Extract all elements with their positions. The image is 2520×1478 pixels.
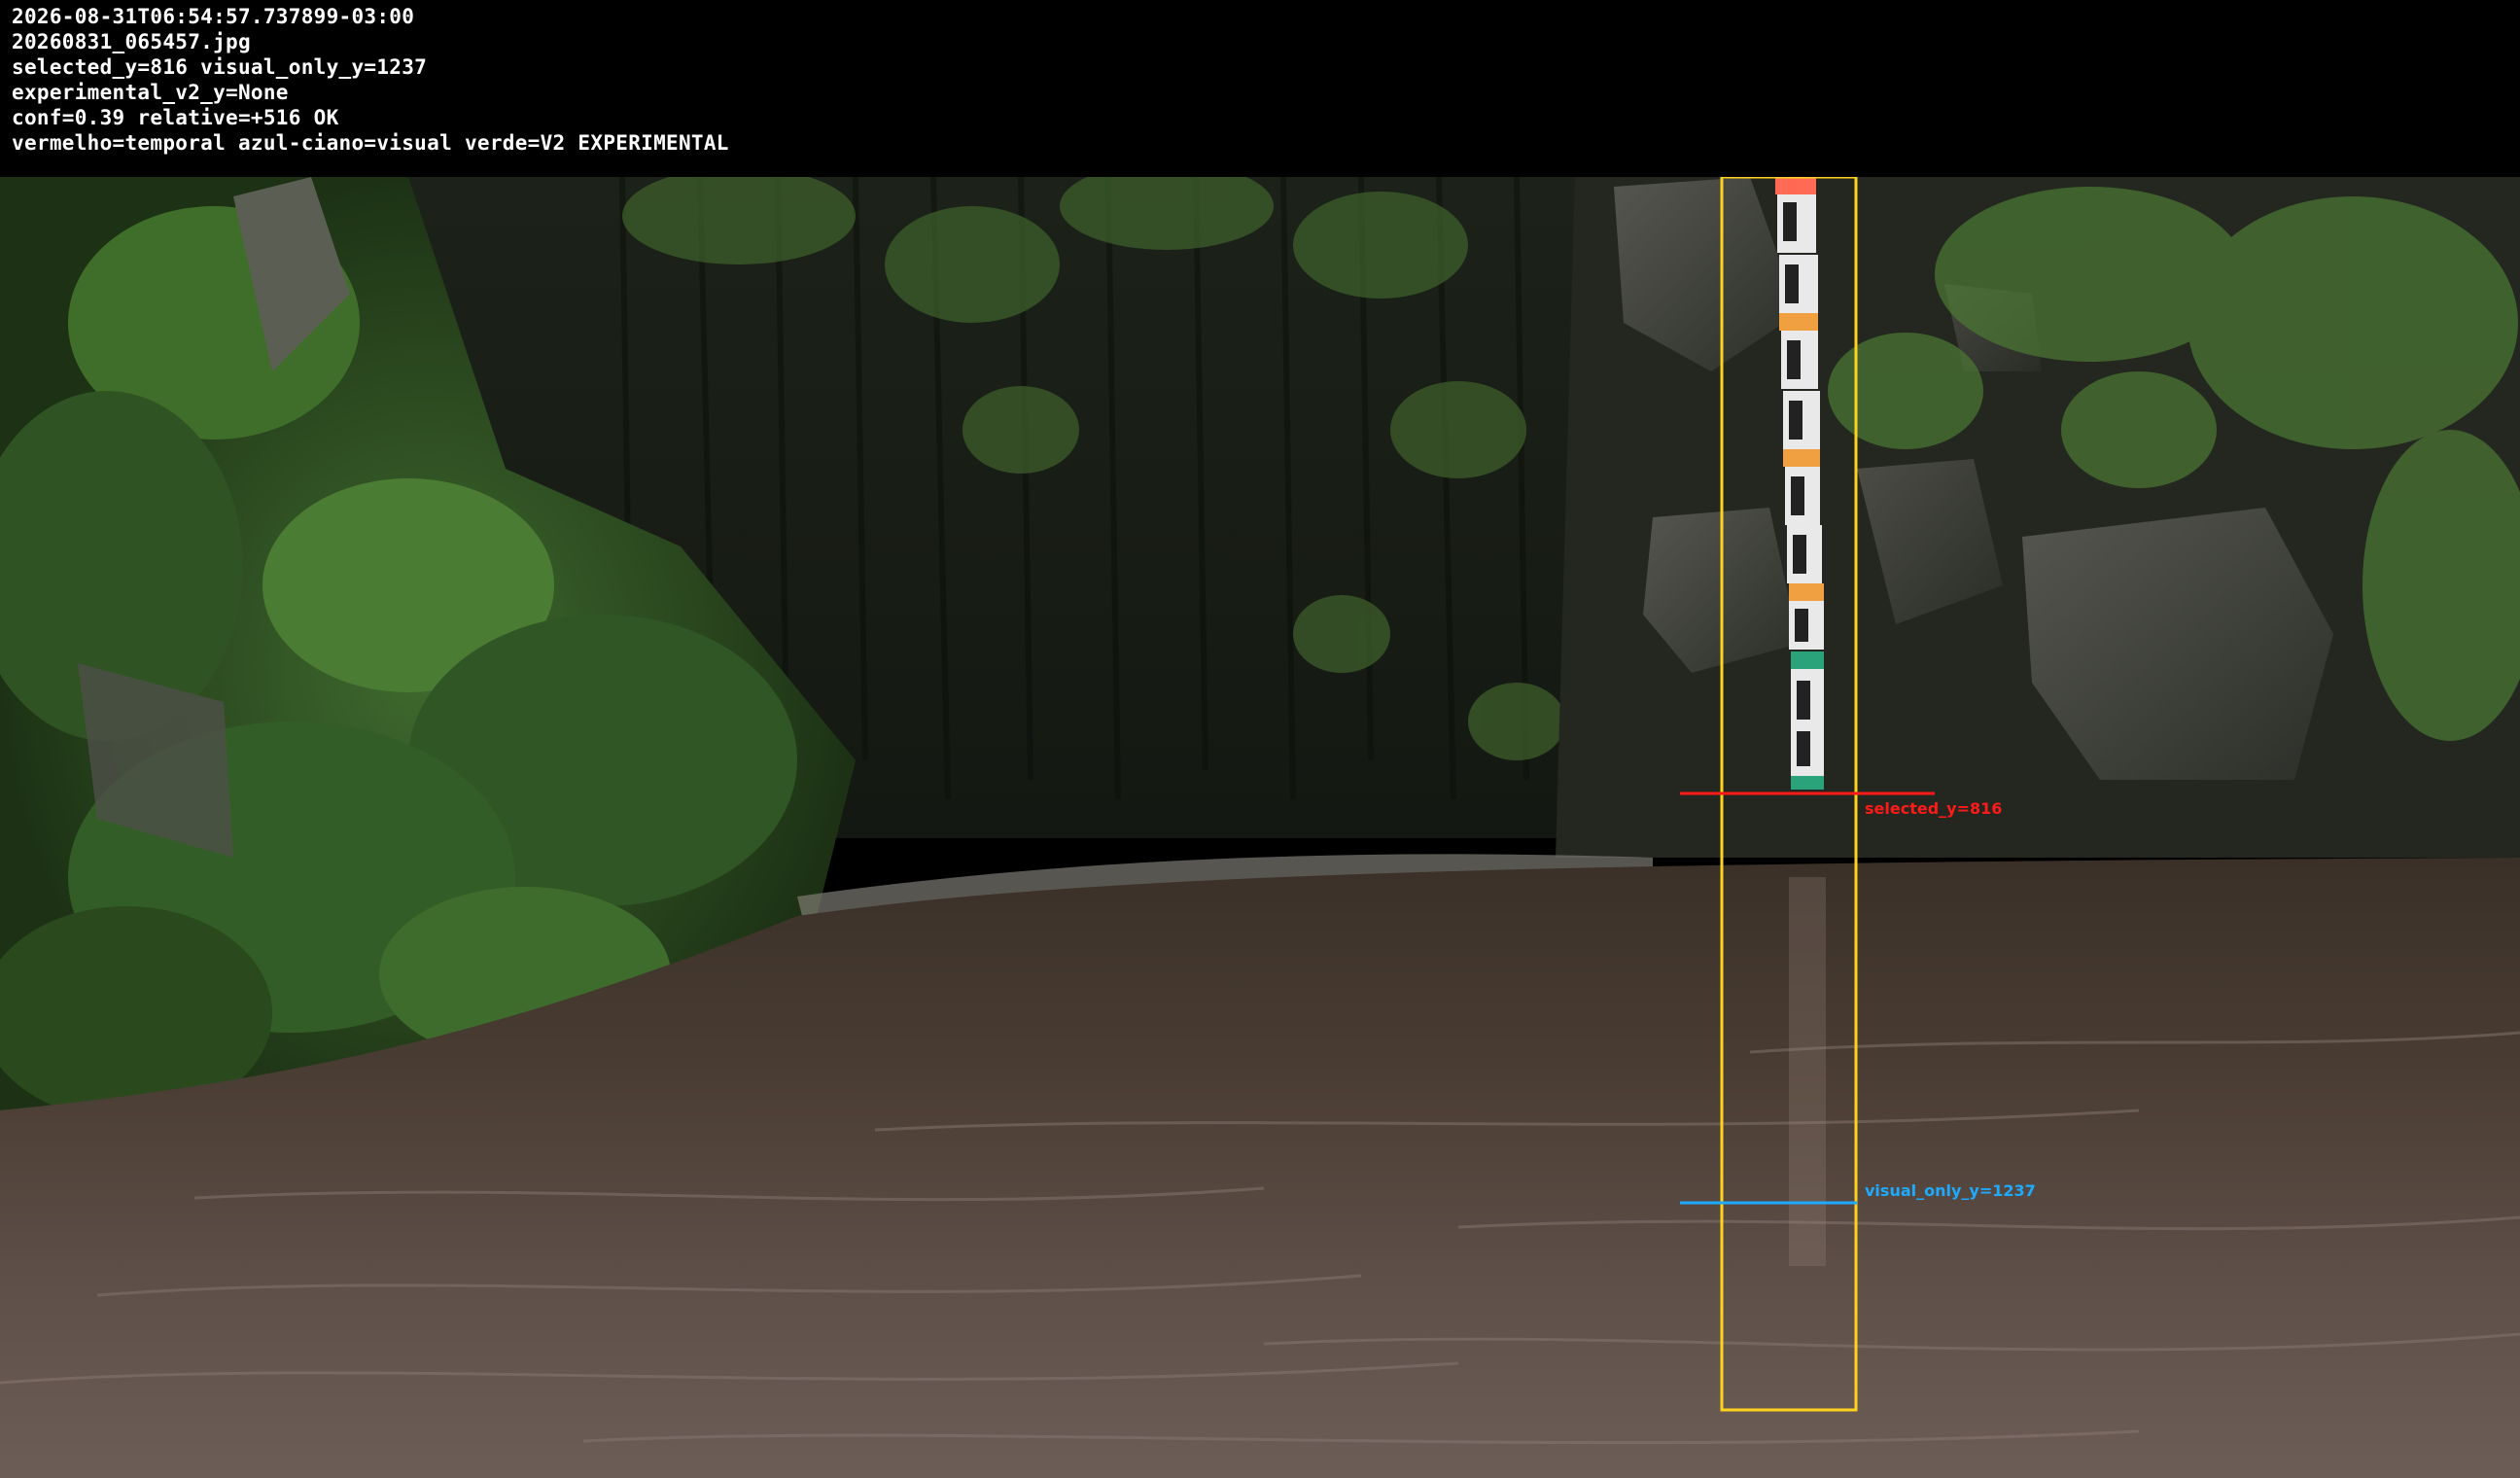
selected-y-label: selected_y=816 [1865, 799, 2003, 818]
camera-frame: selected_y=816 visual_only_y=1237 [0, 177, 2520, 1478]
info-overlay-header: 2026-08-31T06:54:57.737899-03:00 2026083… [0, 0, 2520, 177]
filename-text: 20260831_065457.jpg [12, 30, 251, 53]
visual-only-y-label: visual_only_y=1237 [1865, 1181, 2036, 1200]
legend-text: vermelho=temporal azul-ciano=visual verd… [12, 131, 729, 155]
river-scene-image [0, 177, 2520, 1478]
confidence-text: conf=0.39 relative=+516 OK [12, 106, 339, 129]
selected-y-text: selected_y=816 visual_only_y=1237 [12, 55, 428, 79]
gauge-reflection [1789, 877, 1826, 1266]
timestamp-text: 2026-08-31T06:54:57.737899-03:00 [12, 5, 415, 28]
experimental-y-text: experimental_v2_y=None [12, 81, 289, 104]
